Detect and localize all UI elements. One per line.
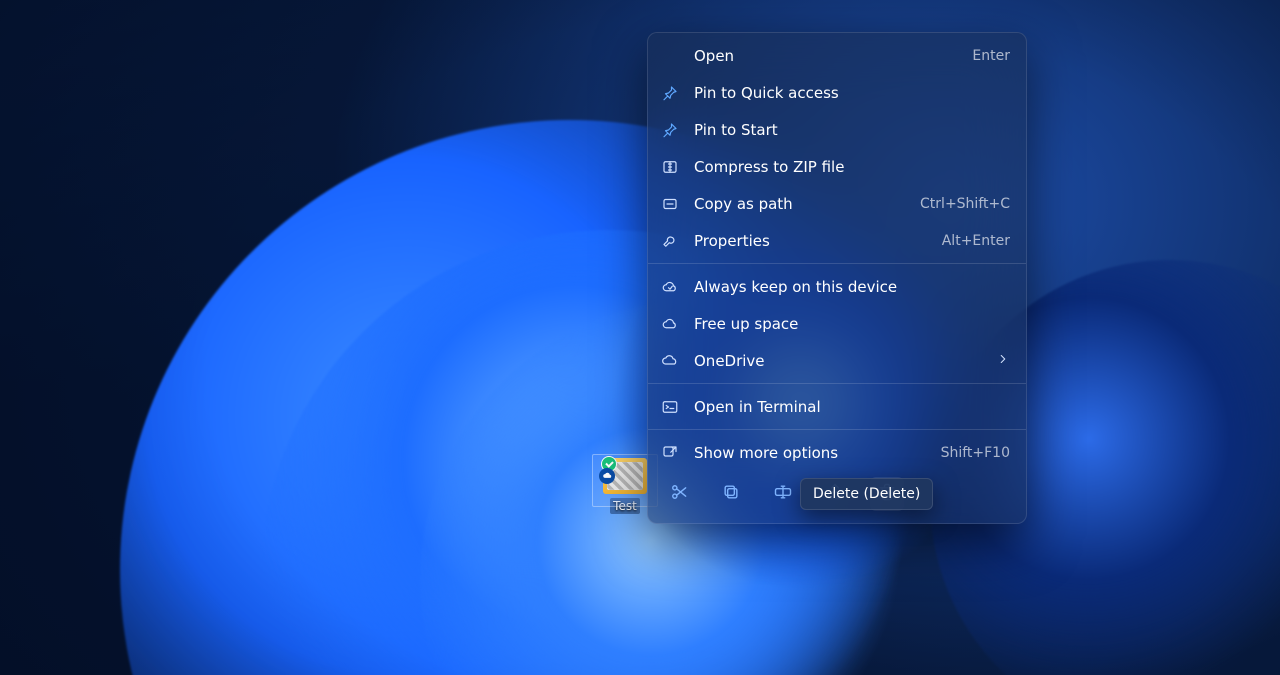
menu-item-label: Open in Terminal xyxy=(694,398,1010,416)
menu-item-label: Always keep on this device xyxy=(694,278,1010,296)
menu-item-accelerator: Enter xyxy=(972,48,1010,64)
zip-icon xyxy=(660,157,680,177)
copy-icon xyxy=(721,482,741,506)
folder-open-icon xyxy=(660,46,680,66)
onedrive-icon xyxy=(660,351,680,371)
desktop-folder-test[interactable]: Test xyxy=(598,458,652,517)
terminal-icon xyxy=(660,397,680,417)
menu-item-always-keep[interactable]: Always keep on this device xyxy=(648,268,1026,305)
menu-item-accelerator: Alt+Enter xyxy=(942,233,1010,249)
menu-item-properties[interactable]: Properties Alt+Enter xyxy=(648,222,1026,259)
menu-item-accelerator: Shift+F10 xyxy=(941,445,1010,461)
menu-separator xyxy=(648,263,1026,264)
menu-item-label: Pin to Quick access xyxy=(694,84,1010,102)
menu-item-compress-zip[interactable]: Compress to ZIP file xyxy=(648,148,1026,185)
desktop-wallpaper xyxy=(0,0,1280,675)
menu-separator xyxy=(648,383,1026,384)
menu-separator xyxy=(648,429,1026,430)
menu-item-pin-quick-access[interactable]: Pin to Quick access xyxy=(648,74,1026,111)
cloud-icon xyxy=(660,314,680,334)
menu-item-onedrive[interactable]: OneDrive xyxy=(648,342,1026,379)
rename-icon xyxy=(773,482,793,506)
menu-item-pin-start[interactable]: Pin to Start xyxy=(648,111,1026,148)
menu-item-label: Copy as path xyxy=(694,195,906,213)
context-menu: Open Enter Pin to Quick access Pin to St… xyxy=(647,32,1027,524)
tooltip-delete: Delete (Delete) xyxy=(800,478,933,510)
cloud-overlay-icon xyxy=(599,468,615,484)
menu-item-label: Free up space xyxy=(694,315,1010,333)
expand-icon xyxy=(660,443,680,463)
menu-item-open[interactable]: Open Enter xyxy=(648,37,1026,74)
menu-item-copy-as-path[interactable]: Copy as path Ctrl+Shift+C xyxy=(648,185,1026,222)
menu-item-free-up-space[interactable]: Free up space xyxy=(648,305,1026,342)
action-rename[interactable] xyxy=(766,477,800,511)
folder-thumbnail-icon xyxy=(603,458,647,494)
menu-item-label: Show more options xyxy=(694,444,927,462)
menu-item-label: Properties xyxy=(694,232,928,250)
wrench-icon xyxy=(660,231,680,251)
menu-item-open-terminal[interactable]: Open in Terminal xyxy=(648,388,1026,425)
tooltip-text: Delete (Delete) xyxy=(813,486,920,502)
action-copy[interactable] xyxy=(714,477,748,511)
pin-icon xyxy=(660,83,680,103)
chevron-right-icon xyxy=(996,352,1010,370)
cloud-sync-icon xyxy=(660,277,680,297)
action-cut[interactable] xyxy=(662,477,696,511)
menu-item-accelerator: Ctrl+Shift+C xyxy=(920,196,1010,212)
menu-item-show-more-options[interactable]: Show more options Shift+F10 xyxy=(648,434,1026,471)
scissors-icon xyxy=(669,482,689,506)
menu-item-label: OneDrive xyxy=(694,352,982,370)
pin-icon xyxy=(660,120,680,140)
menu-item-label: Compress to ZIP file xyxy=(694,158,1010,176)
menu-item-label: Open xyxy=(694,47,958,65)
menu-item-label: Pin to Start xyxy=(694,121,1010,139)
copy-path-icon xyxy=(660,194,680,214)
